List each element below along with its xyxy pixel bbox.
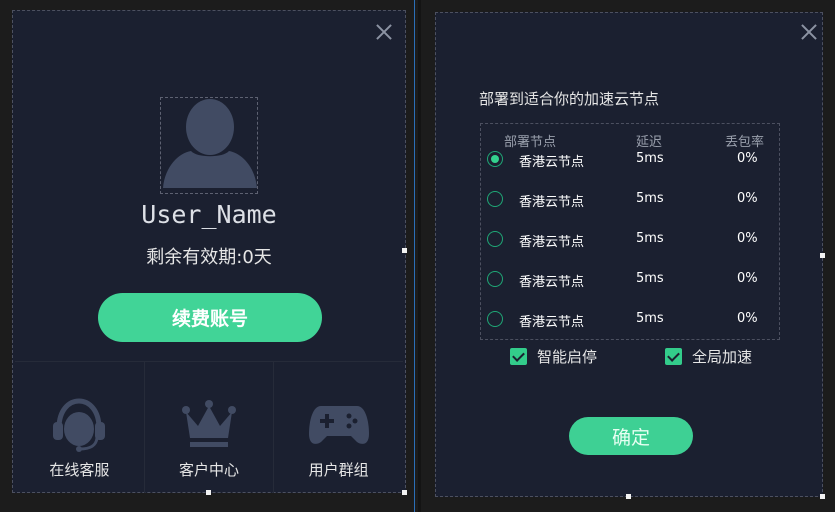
user-avatar-icon	[163, 99, 257, 188]
expiry-value: 0	[242, 247, 254, 268]
resize-handle[interactable]	[402, 490, 407, 495]
resize-handle[interactable]	[206, 490, 211, 495]
shortcut-grid: 在线客服 客户中心 用户群组	[15, 361, 403, 493]
resize-handle[interactable]	[626, 494, 631, 499]
header-node: 部署节点	[504, 135, 557, 150]
resize-handle[interactable]	[820, 494, 825, 499]
headset-icon	[53, 398, 106, 452]
header-loss: 丢包率	[725, 135, 765, 150]
global-accel-label: 全局加速	[692, 348, 753, 366]
node-latency: 5ms	[636, 191, 664, 206]
expiry-info: 剩余有效期:0天	[13, 243, 405, 269]
node-loss: 0%	[737, 311, 758, 326]
confirm-button[interactable]: 确定	[569, 417, 693, 455]
node-name: 香港云节点	[519, 155, 585, 170]
node-loss: 0%	[737, 191, 758, 206]
crown-icon	[182, 400, 236, 447]
global-accel-option[interactable]: 全局加速	[665, 346, 752, 367]
radio-selected[interactable]	[487, 151, 503, 167]
node-table: 部署节点 延迟 丢包率 香港云节点 5ms 0% 香港云节点 5ms 0% 香港…	[480, 123, 780, 340]
node-latency: 5ms	[636, 271, 664, 286]
node-latency: 5ms	[636, 231, 664, 246]
node-name: 香港云节点	[519, 315, 585, 330]
expiry-label: 剩余有效期:	[146, 247, 243, 268]
checkbox-checked[interactable]	[665, 348, 682, 365]
node-loss: 0%	[737, 271, 758, 286]
resize-handle[interactable]	[402, 248, 407, 253]
node-latency: 5ms	[636, 311, 664, 326]
customer-center-item[interactable]: 客户中心	[145, 362, 275, 493]
node-row[interactable]: 香港云节点 5ms 0%	[481, 231, 779, 261]
node-row[interactable]: 香港云节点 5ms 0%	[481, 311, 779, 341]
node-row[interactable]: 香港云节点 5ms 0%	[481, 271, 779, 301]
node-row[interactable]: 香港云节点 5ms 0%	[481, 191, 779, 221]
node-loss: 0%	[737, 231, 758, 246]
shortcut-label: 在线客服	[49, 461, 110, 479]
deploy-title: 部署到适合你的加速云节点	[479, 90, 660, 108]
node-row[interactable]: 香港云节点 5ms 0%	[481, 151, 779, 181]
expiry-unit: 天	[253, 247, 272, 268]
node-name: 香港云节点	[519, 195, 585, 210]
splitter-line	[414, 0, 415, 512]
radio-unselected[interactable]	[487, 231, 503, 247]
avatar	[160, 97, 258, 194]
checkbox-checked[interactable]	[510, 348, 527, 365]
close-icon[interactable]	[800, 23, 818, 41]
shortcut-label: 客户中心	[179, 461, 240, 479]
header-latency: 延迟	[636, 135, 663, 150]
resize-handle[interactable]	[820, 253, 825, 258]
smart-start-option[interactable]: 智能启停	[510, 346, 597, 367]
renew-account-button[interactable]: 续费账号	[98, 293, 322, 342]
username: User_Name	[141, 200, 277, 229]
node-loss: 0%	[737, 151, 758, 166]
radio-unselected[interactable]	[487, 191, 503, 207]
shortcut-label: 用户群组	[308, 461, 369, 479]
radio-unselected[interactable]	[487, 311, 503, 327]
node-latency: 5ms	[636, 151, 664, 166]
node-name: 香港云节点	[519, 235, 585, 250]
close-icon[interactable]	[375, 23, 393, 41]
accelerator-panel: 部署到适合你的加速云节点 部署节点 延迟 丢包率 香港云节点 5ms 0% 香港…	[435, 12, 823, 497]
account-panel: User_Name 剩余有效期:0天 续费账号 在线客服 客户中心 用户群组	[12, 10, 406, 493]
radio-unselected[interactable]	[487, 271, 503, 287]
online-support-item[interactable]: 在线客服	[15, 362, 145, 493]
gamepad-icon	[308, 406, 369, 444]
smart-start-label: 智能启停	[537, 348, 598, 366]
user-group-item[interactable]: 用户群组	[274, 362, 403, 493]
node-name: 香港云节点	[519, 275, 585, 290]
splitter-bar[interactable]	[418, 0, 421, 512]
